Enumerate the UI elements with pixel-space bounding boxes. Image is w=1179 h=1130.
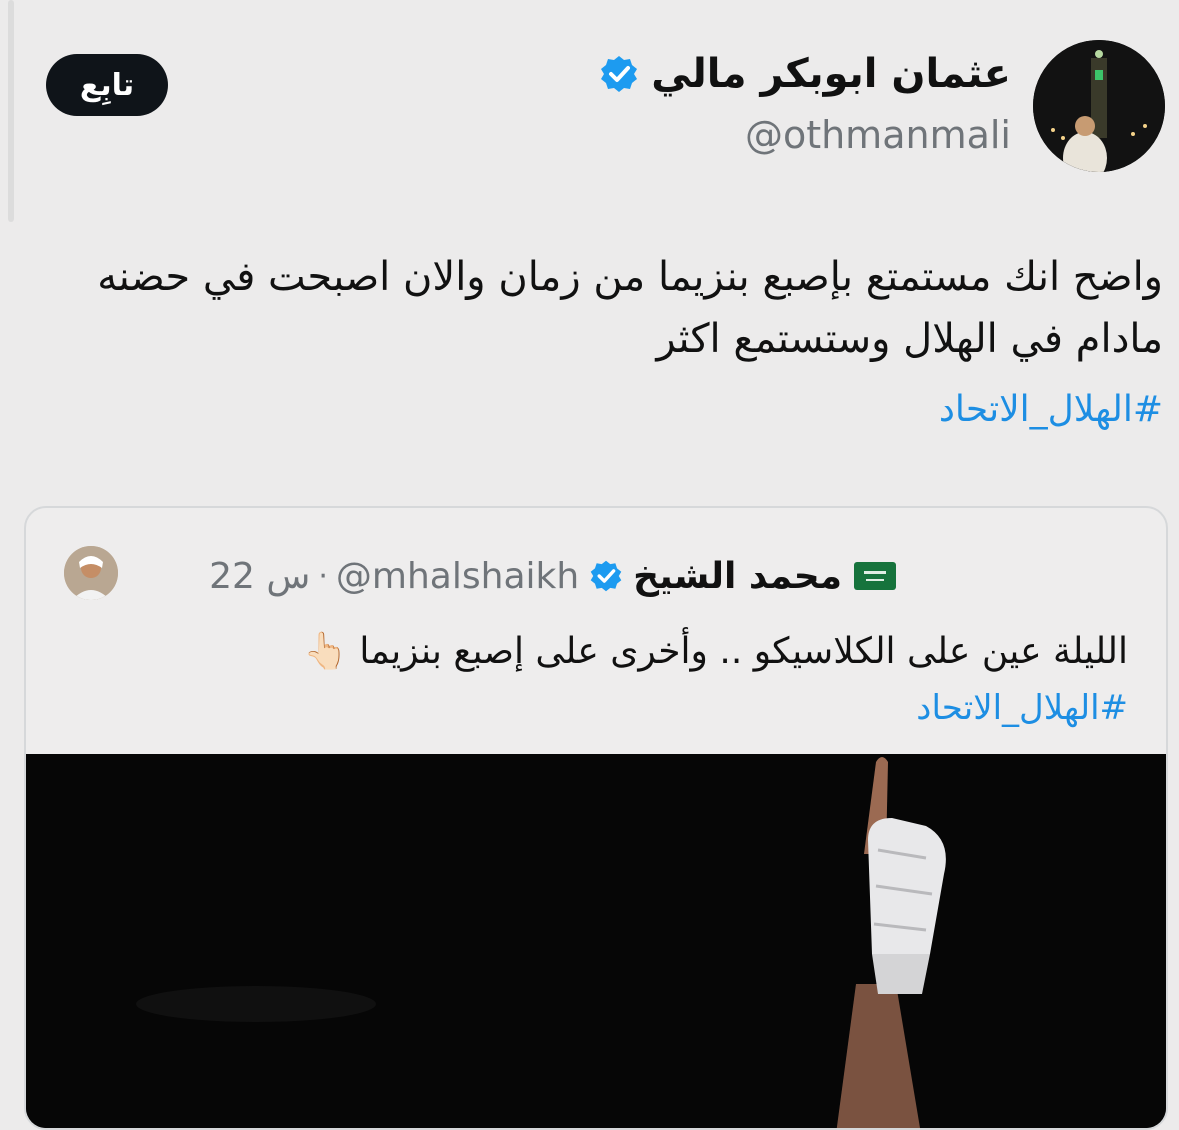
saudi-flag-icon bbox=[854, 562, 896, 590]
quoted-author-name[interactable]: محمد الشيخ bbox=[633, 556, 842, 597]
quoted-author-handle[interactable]: @mhalshaikh bbox=[336, 556, 579, 597]
quoted-author-avatar[interactable] bbox=[64, 546, 118, 600]
tweet-text: واضح انك مستمتع بإصبع بنزيما من زمان وال… bbox=[97, 254, 1163, 362]
author-name-row: عثمان ابوبكر مالي bbox=[599, 50, 1011, 98]
author-handle[interactable]: @othmanmali bbox=[745, 112, 1011, 158]
follow-button[interactable]: تابِع bbox=[46, 54, 168, 116]
separator-dot: · bbox=[318, 558, 328, 594]
quoted-tweet-time[interactable]: 22 س bbox=[209, 556, 310, 597]
verified-badge-icon bbox=[601, 56, 638, 92]
quoted-tweet-hashtag[interactable]: #الهلال_الاتحاد bbox=[916, 684, 1128, 732]
quoted-tweet-text: الليلة عين على الكلاسيكو .. وأخرى على إص… bbox=[303, 631, 1128, 672]
author-avatar[interactable] bbox=[1033, 40, 1165, 172]
quoted-tweet-image[interactable] bbox=[26, 754, 1166, 1128]
verified-badge-icon bbox=[590, 560, 622, 592]
quoted-tweet-card[interactable]: 22 س · @mhalshaikh محمد الشيخ الليلة عين… bbox=[24, 506, 1168, 1130]
tweet-header: عثمان ابوبكر مالي @othmanmali تابِع bbox=[0, 40, 1179, 180]
author-name[interactable]: عثمان ابوبكر مالي bbox=[651, 50, 1011, 98]
quoted-tweet-header: 22 س · @mhalshaikh محمد الشيخ bbox=[209, 546, 896, 606]
tweet-hashtag[interactable]: #الهلال_الاتحاد bbox=[939, 382, 1163, 438]
